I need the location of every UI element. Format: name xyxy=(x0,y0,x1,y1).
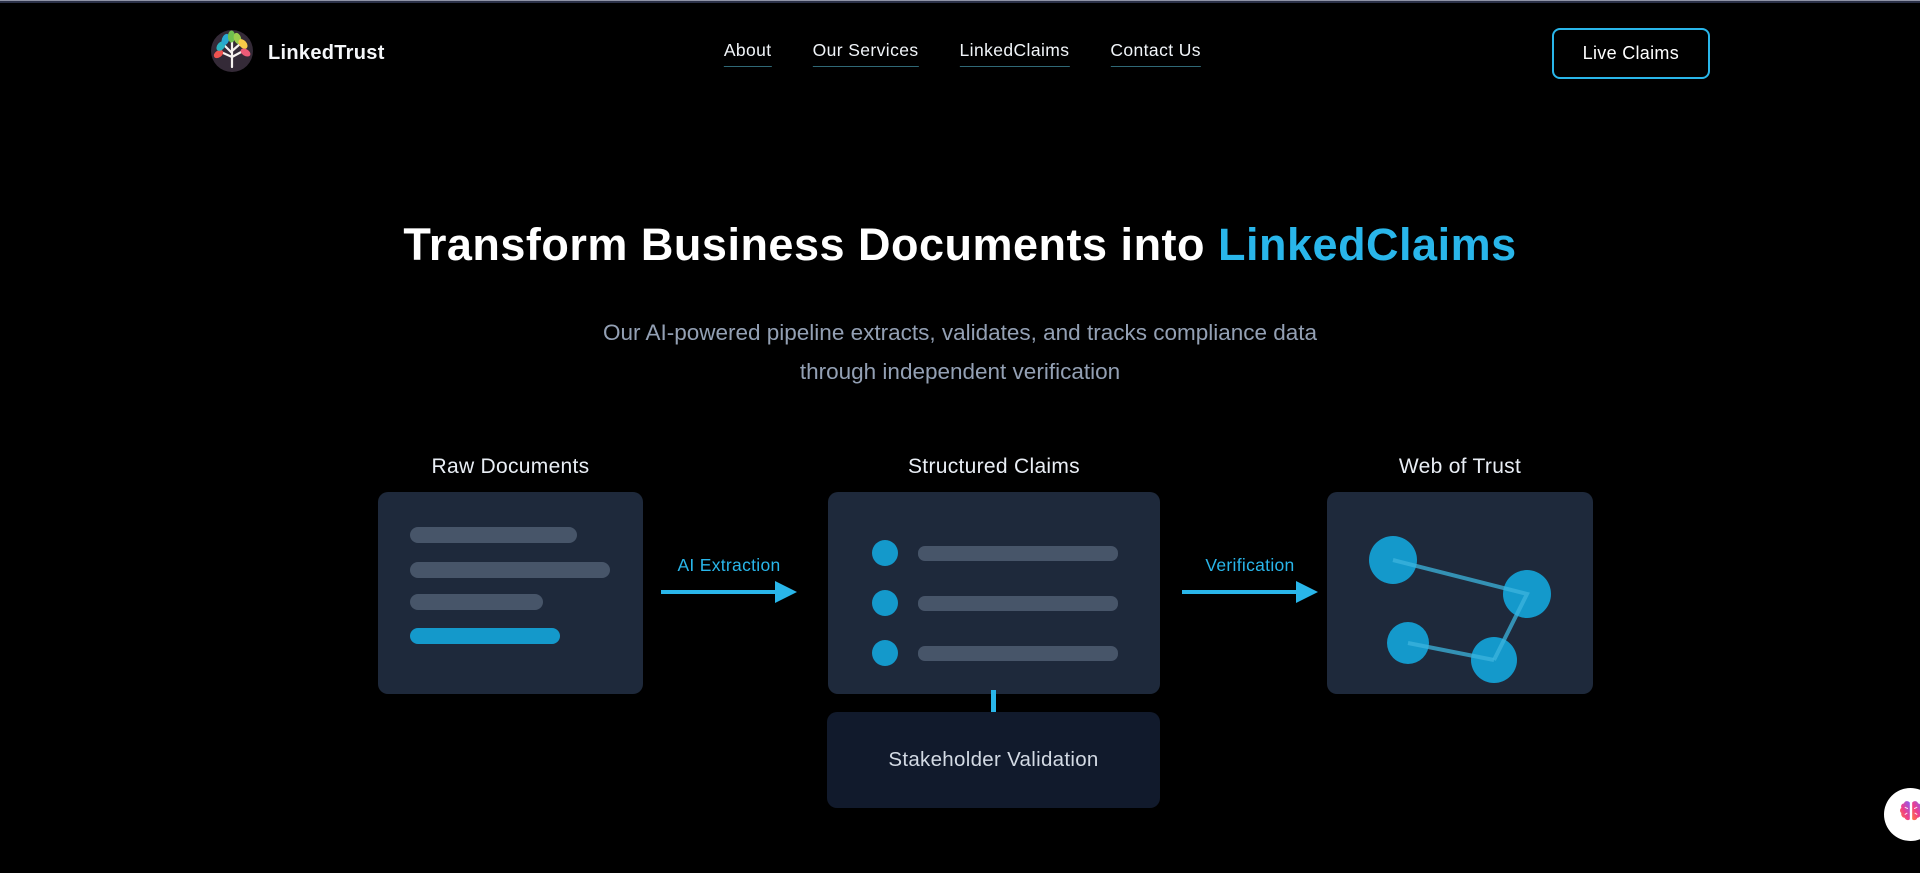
brand[interactable]: LinkedTrust xyxy=(210,29,385,78)
hero-subtitle-line2: through independent verification xyxy=(799,359,1121,384)
structured-claims-card xyxy=(828,492,1160,694)
verification-flow: Verification xyxy=(1176,553,1324,603)
stage-title-structured-claims: Structured Claims xyxy=(908,455,1080,478)
live-claims-button[interactable]: Live Claims xyxy=(1551,27,1710,79)
brand-name: LinkedTrust xyxy=(268,41,385,64)
validation-connector-line xyxy=(991,690,996,713)
main-nav: About Our Services LinkedClaims Contact … xyxy=(723,3,1201,103)
claim-line-bar xyxy=(918,545,1118,561)
stage-title-web-of-trust: Web of Trust xyxy=(1398,455,1522,478)
claim-line-bar xyxy=(918,595,1118,611)
brain-icon xyxy=(1897,798,1920,831)
hero-subtitle: Our AI-powered pipeline extracts, valida… xyxy=(0,313,1920,391)
doc-line-bar-highlight xyxy=(410,628,560,644)
claim-dot-icon xyxy=(872,540,898,566)
right-arrow-icon xyxy=(655,581,803,603)
verification-label: Verification xyxy=(1205,555,1295,575)
nav-our-services[interactable]: Our Services xyxy=(812,40,919,67)
right-arrow-icon xyxy=(1176,581,1324,603)
doc-line-bar xyxy=(410,594,543,610)
chat-widget-button[interactable] xyxy=(1884,788,1920,841)
hero-subtitle-line1: Our AI-powered pipeline extracts, valida… xyxy=(602,320,1318,345)
trust-network-graph-icon xyxy=(1369,536,1551,683)
claim-row xyxy=(872,590,1160,616)
stakeholder-validation-box: Stakeholder Validation xyxy=(827,712,1160,808)
raw-documents-card xyxy=(378,492,643,694)
ai-extraction-flow: AI Extraction xyxy=(655,553,803,603)
nav-linkedclaims[interactable]: LinkedClaims xyxy=(959,40,1070,67)
stage-title-raw-documents: Raw Documents xyxy=(431,455,590,478)
doc-line-bar xyxy=(410,527,577,543)
tree-logo-icon xyxy=(210,29,254,78)
claim-row xyxy=(872,540,1160,566)
stakeholder-validation-label: Stakeholder Validation xyxy=(888,748,1099,771)
nav-contact-us[interactable]: Contact Us xyxy=(1110,40,1201,67)
page-title: Transform Business Documents into Linked… xyxy=(0,219,1920,271)
web-of-trust-card xyxy=(1327,492,1593,694)
claim-dot-icon xyxy=(872,590,898,616)
page-title-prefix: Transform Business Documents into xyxy=(403,219,1219,270)
claim-row xyxy=(872,640,1160,666)
nav-about[interactable]: About xyxy=(723,40,772,67)
claim-line-bar xyxy=(918,645,1118,661)
header: LinkedTrust About Our Services LinkedCla… xyxy=(0,3,1920,103)
claim-dot-icon xyxy=(872,640,898,666)
page-title-accent: LinkedClaims xyxy=(1218,219,1517,270)
page: LinkedTrust About Our Services LinkedCla… xyxy=(0,0,1920,873)
doc-line-bar xyxy=(410,562,610,578)
ai-extraction-label: AI Extraction xyxy=(677,555,781,575)
